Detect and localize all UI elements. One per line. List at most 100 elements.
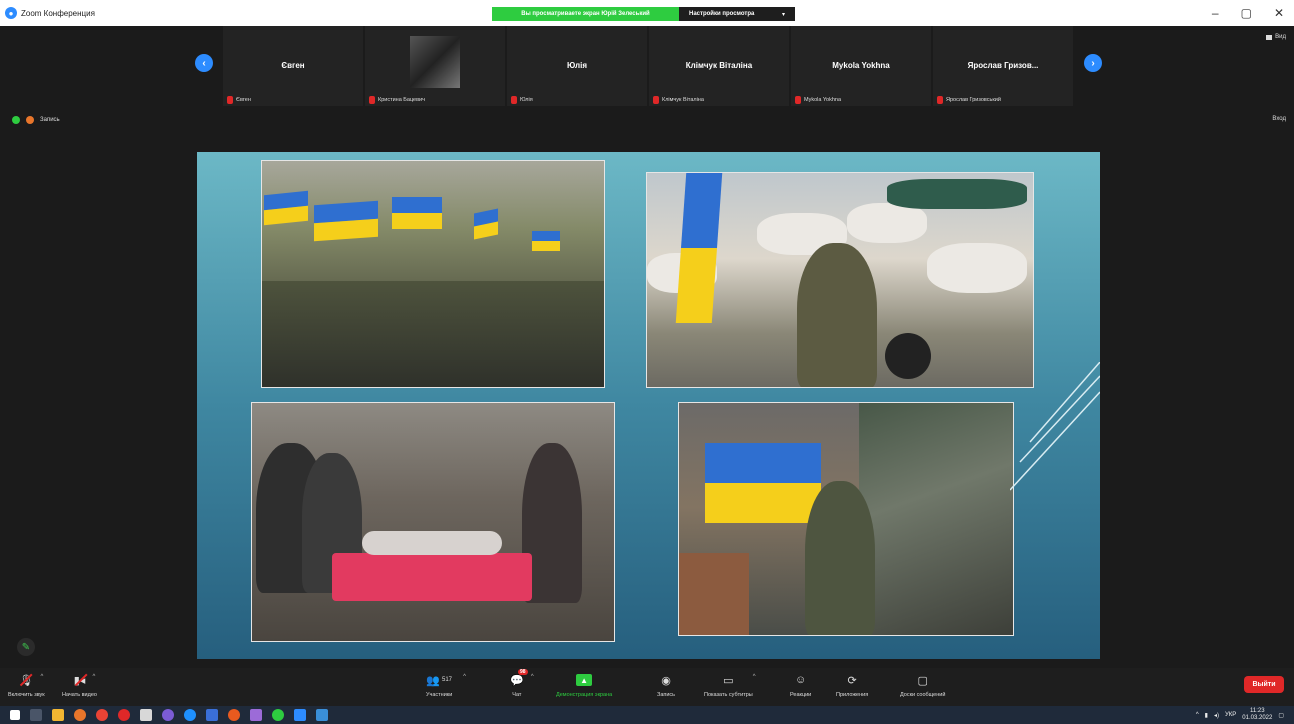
cc-icon: ▭ ^ xyxy=(723,674,756,687)
speaker-icon[interactable]: ◂) xyxy=(1214,712,1219,719)
reactions-button[interactable]: ☺ Реакции xyxy=(790,672,811,698)
participants-button[interactable]: 👥 517 ^ Участники xyxy=(426,672,466,698)
window-controls: – ▢ ✕ xyxy=(1212,0,1284,26)
leave-button[interactable]: Выйти xyxy=(1244,676,1284,693)
soldier-figure xyxy=(797,243,877,387)
ukraine-flag xyxy=(474,208,498,240)
furniture xyxy=(679,553,749,635)
record-label: Запись xyxy=(657,692,676,698)
helmet-object xyxy=(885,333,931,379)
taskbar-clock[interactable]: 11:23 01.03.2022 xyxy=(1242,708,1272,722)
apps-button[interactable]: ⟳ Приложения xyxy=(836,672,869,699)
system-tray: ^ ▮ ◂) УКР 11:23 01.03.2022 ▢ xyxy=(1196,706,1284,724)
record-icon: ◉ xyxy=(661,674,671,687)
app-icon[interactable] xyxy=(140,709,152,721)
volunteer-figure xyxy=(805,481,875,635)
meeting-area: ‹ Євген Євген Кристина Бацевич Юлія Юлія… xyxy=(0,26,1294,668)
mic-muted-icon xyxy=(511,96,517,104)
participant-tile[interactable]: Юлія Юлія xyxy=(507,26,647,106)
ukraine-flag xyxy=(392,197,442,229)
task-view-icon[interactable] xyxy=(30,709,42,721)
pencil-icon[interactable]: ✎ xyxy=(17,638,35,656)
windows-start-icon[interactable] xyxy=(10,710,20,720)
whiteboard-icon: ▢ xyxy=(917,674,928,687)
shared-screen-slide xyxy=(197,152,1100,659)
participant-avatar xyxy=(410,36,460,88)
mic-muted-icon xyxy=(795,96,801,104)
participants-icon: 👥 517 ^ xyxy=(426,674,466,687)
unmute-button[interactable]: 🎙 ^ Включить звук xyxy=(8,672,45,698)
windows-taskbar: ^ ▮ ◂) УКР 11:23 01.03.2022 ▢ xyxy=(0,706,1294,724)
ukraine-flag xyxy=(314,200,378,242)
exit-fullscreen-button[interactable]: Вход xyxy=(1272,116,1286,122)
captions-button[interactable]: ▭ ^ Показать субтитры xyxy=(704,672,756,698)
minimize-button[interactable]: – xyxy=(1212,6,1219,20)
participant-tile[interactable]: Кристина Бацевич xyxy=(365,26,505,106)
unmute-label: Включить звук xyxy=(8,692,45,698)
opera-icon[interactable] xyxy=(118,709,130,721)
tanks-row xyxy=(262,281,604,387)
ukraine-flag xyxy=(264,190,308,226)
app-icon[interactable] xyxy=(250,709,262,721)
file-explorer-icon[interactable] xyxy=(52,709,64,721)
participant-label: Кристина Бацевич xyxy=(378,97,425,103)
apps-label: Приложения xyxy=(836,692,869,698)
window-title: Zoom Конференция xyxy=(21,8,95,18)
app-icon[interactable] xyxy=(228,709,240,721)
language-indicator[interactable]: УКР xyxy=(1225,712,1236,718)
chevron-up-icon[interactable]: ^ xyxy=(41,674,44,680)
whiteboards-label: Доски сообщений xyxy=(900,692,946,698)
view-button[interactable]: Вид xyxy=(1266,34,1286,40)
reactions-label: Реакции xyxy=(790,692,812,698)
reactions-icon: ☺ xyxy=(795,674,807,686)
notifications-icon[interactable]: ▢ xyxy=(1278,712,1284,719)
gallery-prev-button[interactable]: ‹ xyxy=(195,54,213,72)
participant-name: Євген xyxy=(281,61,305,70)
zoom-taskbar-icon[interactable] xyxy=(294,709,306,721)
share-banner: Вы просматриваете экран Юрій Зелеський Н… xyxy=(492,7,795,21)
participant-label: Mykola Yokhna xyxy=(804,97,841,103)
app-icon[interactable] xyxy=(316,709,328,721)
participant-tile[interactable]: Клімчук Віталіна Клімчук Віталіна xyxy=(649,26,789,106)
view-options-button[interactable]: Настройки просмотра ▾ xyxy=(679,7,795,21)
app-icon[interactable] xyxy=(272,709,284,721)
chevron-up-icon[interactable]: ^ xyxy=(92,674,95,680)
chevron-up-icon[interactable]: ^ xyxy=(1196,712,1199,718)
close-button[interactable]: ✕ xyxy=(1274,6,1284,20)
participant-tile[interactable]: Mykola Yokhna Mykola Yokhna xyxy=(791,26,931,106)
ukraine-flag xyxy=(705,443,821,523)
view-label: Вид xyxy=(1275,34,1286,40)
firefox-icon[interactable] xyxy=(74,709,86,721)
chevron-up-icon[interactable]: ^ xyxy=(753,674,756,680)
save-icon[interactable] xyxy=(206,709,218,721)
share-screen-button[interactable]: ▲ Демонстрация экрана xyxy=(556,672,612,698)
participant-tile[interactable]: Євген Євген xyxy=(223,26,363,106)
participant-label: Ярослав Гризовський xyxy=(946,97,1001,103)
gallery-next-button[interactable]: › xyxy=(1084,54,1102,72)
share-screen-label: Демонстрация экрана xyxy=(556,692,613,698)
shield-icon[interactable] xyxy=(12,116,20,124)
recording-icon[interactable] xyxy=(26,116,34,124)
record-button[interactable]: ◉ Запись xyxy=(657,672,676,699)
meeting-toolbar: 🎙 ^ Включить звук ▮◂ ^ Начать видео 👥 517 ^ … xyxy=(0,668,1294,706)
edge-icon[interactable] xyxy=(184,709,196,721)
chevron-down-icon: ▾ xyxy=(781,11,785,18)
meeting-status: Запись xyxy=(12,116,60,124)
viber-icon[interactable] xyxy=(162,709,174,721)
participant-label: Клімчук Віталіна xyxy=(662,97,704,103)
grid-icon xyxy=(1266,34,1273,40)
chat-button[interactable]: 💬 98 ^ Чат xyxy=(510,669,534,698)
participant-label: Євген xyxy=(236,97,251,103)
start-video-button[interactable]: ▮◂ ^ Начать видео xyxy=(62,672,97,698)
chevron-up-icon[interactable]: ^ xyxy=(463,674,466,680)
participant-tile[interactable]: Ярослав Гризов... Ярослав Гризовський xyxy=(933,26,1073,106)
chat-icon: 💬 98 ^ xyxy=(510,669,534,687)
network-icon[interactable]: ▮ xyxy=(1205,712,1208,719)
participants-label: Участники xyxy=(426,692,453,698)
maximize-button[interactable]: ▢ xyxy=(1241,6,1252,20)
chrome-icon[interactable] xyxy=(96,709,108,721)
chevron-up-icon[interactable]: ^ xyxy=(531,674,534,680)
stretcher xyxy=(332,553,532,601)
whiteboards-button[interactable]: ▢ Доски сообщений xyxy=(900,672,946,699)
mic-muted-icon xyxy=(937,96,943,104)
